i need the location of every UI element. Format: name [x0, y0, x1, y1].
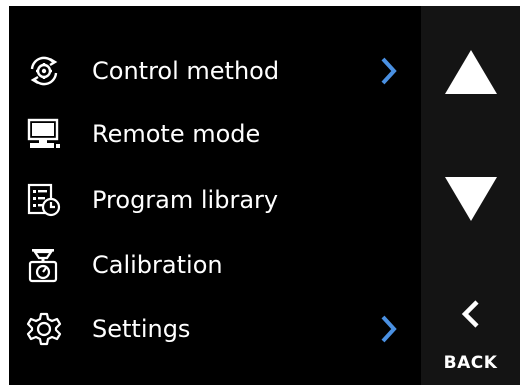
chevron-left-icon — [461, 300, 479, 328]
menu-item-label: Calibration — [92, 251, 223, 279]
scroll-down-button[interactable] — [421, 173, 520, 233]
menu-item-label: Control method — [92, 57, 280, 85]
gear-icon — [26, 311, 62, 347]
device-screen: Control method Remote mode Program libra… — [9, 6, 520, 385]
menu-item-label: Program library — [92, 186, 279, 214]
triangle-up-icon — [444, 50, 497, 94]
menu-item-label: Settings — [92, 315, 191, 343]
scroll-up-button[interactable] — [421, 46, 520, 106]
navigation-panel: BACK — [421, 6, 520, 385]
scale-icon — [26, 247, 62, 283]
main-menu: Control method Remote mode Program libra… — [9, 6, 421, 385]
menu-item-remote-mode[interactable]: Remote mode — [9, 104, 421, 164]
menu-item-program-library[interactable]: Program library — [9, 170, 421, 230]
chevron-right-icon — [379, 56, 399, 86]
triangle-down-icon — [444, 177, 497, 221]
menu-item-control-method[interactable]: Control method — [9, 41, 421, 101]
list-clock-icon — [26, 182, 62, 218]
chevron-right-icon — [379, 314, 399, 344]
gear-cycle-icon — [26, 53, 62, 89]
menu-item-label: Remote mode — [92, 120, 261, 148]
menu-item-settings[interactable]: Settings — [9, 299, 421, 359]
menu-item-calibration[interactable]: Calibration — [9, 235, 421, 295]
back-label: BACK — [443, 353, 498, 373]
computer-icon — [26, 116, 62, 152]
